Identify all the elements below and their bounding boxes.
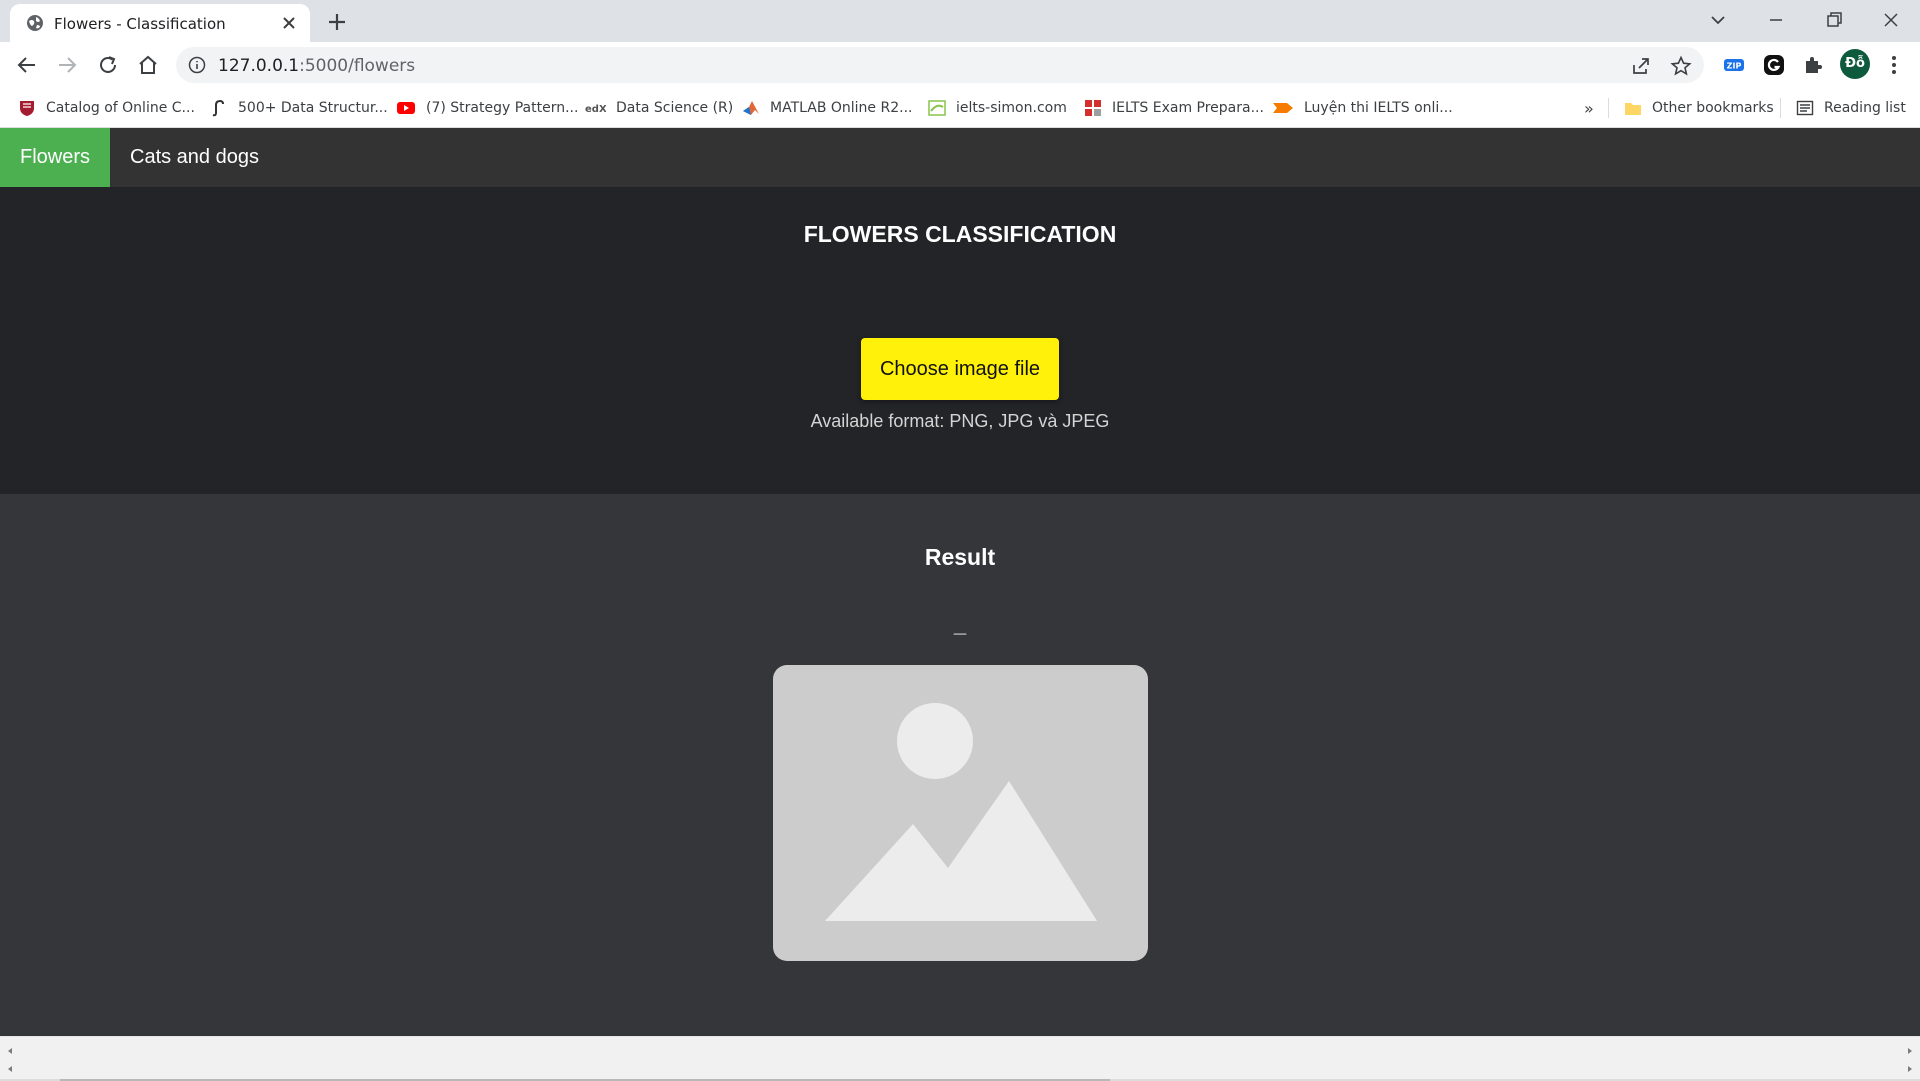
home-icon[interactable] xyxy=(136,53,160,77)
edx-icon: edX xyxy=(585,104,606,115)
format-note: Available format: PNG, JPG và JPEG xyxy=(810,411,1110,431)
result-label: _ xyxy=(953,612,967,637)
horizontal-scrollbar[interactable] xyxy=(0,1036,1920,1081)
scroll-left-arrow-icon[interactable] xyxy=(5,1064,15,1074)
zip-extension-icon[interactable]: ZIP xyxy=(1722,53,1746,77)
bookmarks-divider xyxy=(1780,98,1781,118)
page-title: FLOWERS CLASSIFICATION xyxy=(803,221,1117,247)
restore-icon[interactable] xyxy=(1822,8,1846,32)
other-bookmarks-label: Other bookmarks xyxy=(1652,100,1774,116)
scroll-left-arrow-icon[interactable] xyxy=(5,1046,15,1056)
new-tab-icon[interactable] xyxy=(326,11,348,33)
bookmarks-divider xyxy=(1608,98,1609,118)
choose-image-button[interactable]: Choose image file xyxy=(861,338,1059,400)
page-content: Flowers Cats and dogs FLOWERS CLASSIFICA… xyxy=(0,128,1920,1036)
bookmark-item[interactable]: edX Data Science (R) xyxy=(584,98,733,118)
result-image xyxy=(773,665,1148,961)
ielts-online-icon xyxy=(1273,103,1293,113)
bookmark-star-icon[interactable] xyxy=(1670,55,1692,77)
bookmark-label: 500+ Data Structur... xyxy=(238,100,388,116)
reload-icon[interactable] xyxy=(96,53,120,77)
nav-link-cats-and-dogs[interactable]: Cats and dogs xyxy=(110,128,279,187)
youtube-icon xyxy=(397,102,415,114)
svg-text:ZIP: ZIP xyxy=(1727,62,1742,71)
bookmark-item[interactable]: Catalog of Online C... xyxy=(18,98,195,118)
gfg-icon xyxy=(212,100,224,117)
bookmark-label: IELTS Exam Prepara... xyxy=(1112,100,1264,116)
tab-title: Flowers - Classification xyxy=(54,15,226,33)
globe-icon xyxy=(27,15,43,31)
minimize-icon[interactable] xyxy=(1764,8,1788,32)
forward-icon[interactable] xyxy=(55,53,79,77)
ielts-simon-icon xyxy=(928,100,946,116)
bookmark-label: ielts-simon.com xyxy=(956,100,1067,116)
bookmark-label: Data Science (R) xyxy=(616,100,734,116)
result-title: Result xyxy=(924,544,996,570)
bookmark-item[interactable]: IELTS Exam Prepara... xyxy=(1084,98,1264,118)
browser-tab-strip: Flowers - Classification xyxy=(0,0,1920,42)
bookmark-label: (7) Strategy Pattern... xyxy=(426,100,579,116)
scroll-right-arrow-icon[interactable] xyxy=(1905,1064,1915,1074)
bookmark-label: MATLAB Online R2... xyxy=(770,100,913,116)
ielts-exam-icon xyxy=(1085,100,1101,116)
close-tab-icon[interactable] xyxy=(280,14,298,32)
result-section: Result _ xyxy=(0,494,1920,1036)
grammarly-extension-icon[interactable] xyxy=(1762,53,1786,77)
upload-section: FLOWERS CLASSIFICATION Choose image file… xyxy=(0,187,1920,494)
browser-toolbar: 127.0.0.1:5000/flowers ZIP Đỗ xyxy=(0,42,1920,88)
bookmarks-bar: Catalog of Online C... 500+ Data Structu… xyxy=(0,88,1920,128)
matlab-icon xyxy=(743,101,759,115)
site-nav: Flowers Cats and dogs xyxy=(0,128,1920,187)
bookmark-label: Luyện thi IELTS onli... xyxy=(1304,100,1453,116)
close-window-icon[interactable] xyxy=(1879,8,1903,32)
reading-list-button[interactable]: Reading list xyxy=(1796,98,1906,118)
reading-list-label: Reading list xyxy=(1824,100,1906,116)
info-icon[interactable] xyxy=(188,56,206,74)
bookmarks-overflow-button[interactable]: » xyxy=(1584,98,1594,118)
image-placeholder-icon xyxy=(825,703,1097,921)
profile-avatar[interactable]: Đỗ xyxy=(1840,49,1870,79)
browser-tab[interactable]: Flowers - Classification xyxy=(10,4,310,42)
share-icon[interactable] xyxy=(1630,55,1652,77)
bookmark-item[interactable]: ielts-simon.com xyxy=(928,98,1067,118)
harvard-shield-icon xyxy=(20,101,34,116)
url-path: :5000/flowers xyxy=(299,56,416,76)
reading-list-icon xyxy=(1796,100,1814,116)
bookmark-item[interactable]: MATLAB Online R2... xyxy=(742,98,912,118)
svg-text:edX: edX xyxy=(585,104,606,115)
bookmark-item[interactable]: (7) Strategy Pattern... xyxy=(396,98,578,118)
bookmark-item[interactable]: Luyện thi IELTS onli... xyxy=(1272,98,1453,118)
bookmark-label: Catalog of Online C... xyxy=(46,100,195,116)
other-bookmarks-button[interactable]: Other bookmarks xyxy=(1624,98,1774,118)
tab-search-icon[interactable] xyxy=(1706,8,1730,32)
address-bar[interactable]: 127.0.0.1:5000/flowers xyxy=(176,47,1704,83)
extensions-puzzle-icon[interactable] xyxy=(1801,53,1825,77)
menu-kebab-icon[interactable] xyxy=(1882,53,1906,77)
bookmark-item[interactable]: 500+ Data Structur... xyxy=(210,98,388,118)
back-icon[interactable] xyxy=(15,53,39,77)
url-host: 127.0.0.1 xyxy=(218,56,300,76)
scroll-right-arrow-icon[interactable] xyxy=(1905,1046,1915,1056)
folder-icon xyxy=(1625,103,1641,115)
nav-link-flowers[interactable]: Flowers xyxy=(0,128,111,187)
address-url[interactable]: 127.0.0.1:5000/flowers xyxy=(218,56,415,76)
